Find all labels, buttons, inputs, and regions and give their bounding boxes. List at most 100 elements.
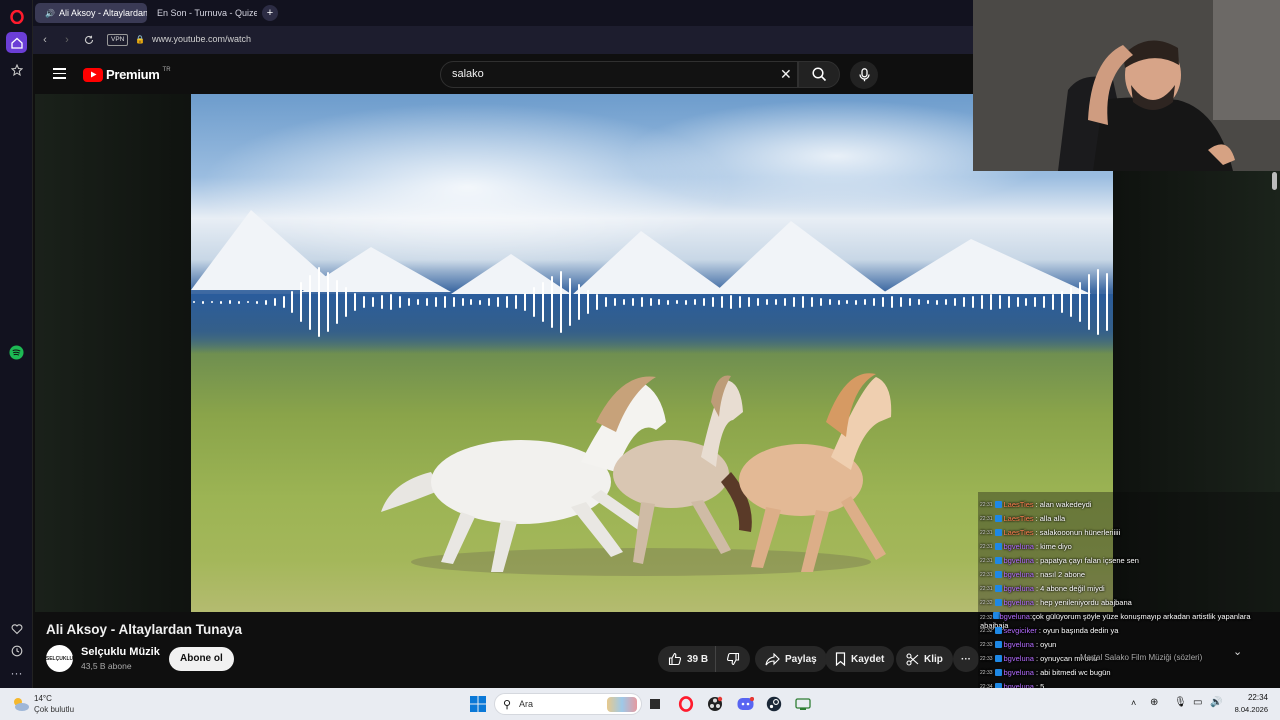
bookmark-icon [835, 652, 846, 666]
home-icon[interactable] [6, 32, 27, 53]
waveform-bar [595, 294, 598, 310]
steam-icon[interactable] [764, 694, 784, 714]
chat-time: 22:33 [980, 669, 993, 676]
history-icon[interactable] [6, 640, 27, 661]
speaker-icon[interactable]: 🔊 [45, 9, 55, 18]
weather-desc[interactable]: Çok bulutlu [34, 705, 74, 714]
more-icon[interactable]: ··· [6, 662, 27, 683]
save-button[interactable]: Kaydet [825, 646, 895, 672]
chat-message: 22:31 bgveluna:4 abone değil miydi [980, 584, 1105, 593]
channel-name[interactable]: Selçuklu Müzik [81, 646, 160, 658]
chat-username: bgveluna [1003, 584, 1034, 593]
waveform-bar [1025, 298, 1028, 306]
waveform-bar [685, 299, 688, 305]
chevron-down-icon[interactable]: ⌄ [1233, 645, 1242, 658]
user-badge-icon [994, 669, 1002, 676]
waveform-bar [622, 299, 625, 305]
chat-message: 22:31 LaesTies: alan wakedeydi [980, 500, 1091, 509]
monitor-icon[interactable]: ▭ [1193, 697, 1202, 708]
youtube-premium-logo[interactable]: Premium TR [83, 67, 171, 82]
waveform-bar [515, 295, 518, 309]
tab-quizei[interactable]: En Son - Turnuva - Quizei [147, 3, 257, 23]
like-button[interactable]: 39 B [658, 646, 717, 672]
clear-search-icon[interactable]: ✕ [780, 66, 792, 83]
like-count: 39 B [687, 653, 709, 665]
clip-button[interactable]: Klip [896, 646, 953, 672]
clock-time[interactable]: 22:34 [1230, 693, 1268, 702]
waveform-bar [801, 296, 804, 308]
chat-separator: : [1035, 528, 1038, 537]
heart-icon[interactable] [6, 618, 27, 639]
hamburger-menu-icon[interactable] [53, 68, 66, 79]
share-icon [765, 652, 780, 665]
waveform-bar [640, 297, 643, 307]
star-icon[interactable] [6, 59, 27, 80]
chevron-up-icon[interactable]: ˄ [1131, 698, 1136, 708]
opera-logo-icon[interactable] [6, 6, 27, 27]
app-icon[interactable] [793, 694, 813, 714]
weather-icon[interactable] [10, 695, 30, 718]
chat-username: bgveluna [1003, 542, 1034, 551]
user-badge-icon [994, 655, 1002, 662]
user-badge-icon [994, 529, 1002, 536]
volume-icon[interactable]: 🔊 [1210, 697, 1222, 708]
weather-temp[interactable]: 14°C [34, 694, 52, 703]
search-button[interactable] [798, 61, 840, 88]
url-field[interactable]: www.youtube.com/watch [152, 34, 251, 44]
waveform-bar [434, 297, 437, 307]
chat-username: bgveluna [1003, 654, 1034, 663]
waveform-bar [246, 301, 249, 303]
save-label: Kaydet [851, 653, 885, 665]
waveform-bar [739, 296, 742, 308]
tab-ali-aksoy[interactable]: 🔊 Ali Aksoy - Altaylardan [35, 3, 147, 23]
channel-avatar[interactable]: SELÇUKLU [46, 645, 73, 672]
chat-separator: : [1035, 542, 1039, 551]
network-icon[interactable]: ⊕ [1150, 697, 1158, 708]
chat-separator: : [1035, 570, 1039, 579]
microphone-tray-icon[interactable]: 🎙 [1174, 697, 1187, 708]
waveform-bar [389, 294, 392, 310]
reload-icon[interactable] [81, 32, 97, 48]
back-icon[interactable]: ‹ [37, 32, 53, 48]
chat-separator: : [1038, 626, 1041, 635]
microphone-icon [858, 68, 870, 82]
vpn-badge[interactable]: VPN [107, 34, 129, 46]
waveform-bar [533, 287, 536, 317]
waveform-bar [1043, 296, 1046, 308]
taskbar-search-box[interactable]: ⚲ Ara [494, 693, 642, 715]
subscribe-button[interactable]: Abone ol [169, 647, 234, 671]
video-info: Ali Aksoy - Altaylardan Tunaya SELÇUKLU … [35, 612, 980, 688]
file-explorer-icon[interactable] [645, 694, 665, 714]
lock-icon[interactable]: 🔒 [135, 35, 145, 44]
chat-time: 22:31 [980, 543, 993, 550]
waveform-bar [756, 298, 759, 306]
obs-icon[interactable] [705, 694, 725, 714]
dislike-button[interactable] [715, 646, 750, 672]
next-video-title[interactable]: Martal Salako Film Müziği (sözleri) [1080, 653, 1202, 662]
waveform-bar [461, 298, 464, 306]
thumbs-down-icon [726, 652, 740, 666]
more-actions-button[interactable]: ··· [953, 646, 979, 672]
voice-search-button[interactable] [850, 61, 878, 89]
search-input[interactable]: salako [452, 68, 484, 80]
user-badge-icon [994, 571, 1002, 578]
waveform-bar [470, 299, 473, 305]
new-tab-button[interactable]: + [262, 5, 278, 21]
search-box[interactable]: salako ✕ [440, 61, 798, 88]
clock-date[interactable]: 8.04.2026 [1222, 705, 1268, 714]
scrollbar-thumb[interactable] [1272, 172, 1277, 190]
discord-icon[interactable] [735, 694, 755, 714]
windows-start-icon[interactable] [468, 694, 488, 714]
waveform-bar [291, 291, 294, 313]
spotify-icon[interactable] [6, 342, 27, 363]
opera-browser-icon[interactable] [676, 694, 696, 714]
chat-time: 22:32 [980, 599, 993, 606]
waveform-bar [237, 300, 240, 304]
video-player[interactable] [191, 94, 1113, 612]
user-badge-icon [994, 599, 1002, 606]
waveform-bar [1106, 273, 1109, 331]
share-button[interactable]: Paylaş [755, 646, 827, 672]
search-highlight-icon [607, 697, 637, 712]
forward-icon[interactable]: › [59, 32, 75, 48]
waveform-bar [927, 300, 930, 304]
